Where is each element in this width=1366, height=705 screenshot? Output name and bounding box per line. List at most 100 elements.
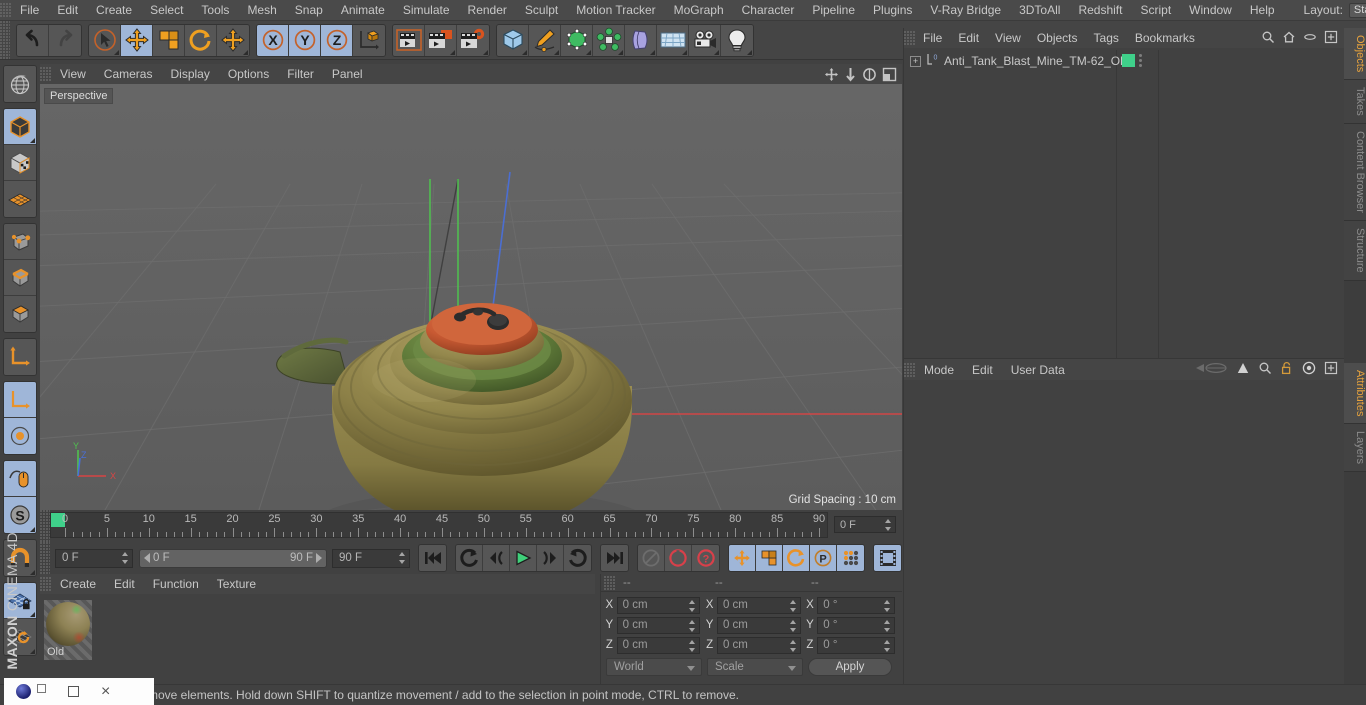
menu-snap[interactable]: Snap — [286, 0, 332, 21]
undo-button[interactable] — [17, 24, 49, 56]
subdivision-surface-button[interactable] — [561, 24, 593, 56]
viewport-menu-options[interactable]: Options — [219, 67, 278, 81]
redo-button[interactable] — [49, 24, 81, 56]
preview-end-field[interactable]: 90 F — [332, 548, 410, 568]
model-mode-icon[interactable] — [4, 109, 36, 145]
live-selection-button[interactable] — [89, 24, 121, 56]
camera-object-button[interactable] — [689, 24, 721, 56]
viewport-solo-icon[interactable] — [4, 418, 36, 454]
world-object-axis-button[interactable] — [353, 24, 385, 56]
points-mode-icon[interactable] — [4, 224, 36, 260]
menu-script[interactable]: Script — [1131, 0, 1180, 21]
mouse-tweak-icon[interactable] — [4, 461, 36, 497]
axis-y-button[interactable]: Y — [289, 24, 321, 56]
menu-tools[interactable]: Tools — [192, 0, 238, 21]
edges-mode-icon[interactable] — [4, 260, 36, 296]
preview-end-spinner[interactable] — [399, 551, 406, 564]
current-frame-spinner[interactable] — [885, 519, 892, 531]
new-layer-icon[interactable] — [1324, 30, 1338, 47]
tab-content-browser[interactable]: Content Browser — [1344, 124, 1366, 221]
menu-render[interactable]: Render — [459, 0, 516, 21]
object-menu-bookmarks[interactable]: Bookmarks — [1127, 31, 1203, 45]
render-view-button[interactable] — [393, 24, 425, 56]
step-forward-button[interactable] — [537, 545, 564, 571]
menu-help[interactable]: Help — [1241, 0, 1284, 21]
next-keyframe-button[interactable] — [564, 545, 591, 571]
object-menu-objects[interactable]: Objects — [1029, 31, 1086, 45]
tab-objects[interactable]: Objects — [1344, 28, 1366, 81]
viewport-menu-display[interactable]: Display — [161, 67, 218, 81]
search-icon[interactable] — [1258, 361, 1272, 378]
rotation-x-input[interactable]: 0 ° — [817, 596, 896, 614]
expand-toggle-icon[interactable]: + — [910, 55, 921, 67]
cube-primitive-button[interactable] — [497, 24, 529, 56]
preview-start-spinner[interactable] — [122, 551, 129, 564]
position-y-spinner[interactable] — [689, 619, 696, 632]
menu-motion-tracker[interactable]: Motion Tracker — [567, 0, 664, 21]
autokeying-button[interactable] — [665, 545, 692, 571]
apply-button[interactable]: Apply — [808, 658, 892, 676]
polygon-grid-icon[interactable] — [4, 181, 36, 217]
transport-gripper[interactable] — [40, 542, 50, 574]
scale-tool-button[interactable] — [153, 24, 185, 56]
position-x-spinner[interactable] — [689, 599, 696, 612]
light-object-button[interactable] — [721, 24, 753, 56]
coordinates-gripper[interactable] — [604, 575, 615, 590]
size-y-input[interactable]: 0 cm — [716, 616, 801, 634]
menubar-gripper[interactable] — [0, 3, 11, 17]
viewport-gripper[interactable] — [40, 67, 51, 81]
move-tool-button[interactable] — [121, 24, 153, 56]
menu-file[interactable]: File — [11, 0, 48, 21]
close-icon[interactable]: × — [101, 683, 110, 700]
size-x-spinner[interactable] — [789, 599, 797, 612]
menu-vray-bridge[interactable]: V-Ray Bridge — [921, 0, 1010, 21]
target-icon[interactable] — [1302, 361, 1316, 378]
rotation-x-spinner[interactable] — [884, 599, 891, 612]
material-gripper[interactable] — [40, 577, 51, 591]
material-item[interactable]: Old — [44, 600, 92, 660]
tab-structure[interactable]: Structure — [1344, 220, 1366, 281]
object-axis-icon[interactable] — [4, 339, 36, 375]
record-active-objects-button[interactable] — [638, 545, 665, 571]
object-tree-row[interactable]: + 0 Anti_Tank_Blast_Mine_TM-62_Old — [904, 52, 1344, 70]
range-right-arrow-icon[interactable] — [316, 553, 322, 563]
menu-pipeline[interactable]: Pipeline — [803, 0, 864, 21]
toolbar-gripper[interactable] — [0, 21, 10, 59]
menu-redshift[interactable]: Redshift — [1069, 0, 1131, 21]
menu-select[interactable]: Select — [141, 0, 192, 21]
position-y-input[interactable]: 0 cm — [616, 616, 701, 634]
keyframe-selection-button[interactable]: ? — [692, 545, 719, 571]
polygons-mode-icon[interactable] — [4, 296, 36, 332]
size-z-input[interactable]: 0 cm — [716, 636, 801, 654]
step-back-button[interactable] — [483, 545, 510, 571]
parametric-key-button[interactable]: P — [810, 545, 837, 571]
position-z-input[interactable]: 0 cm — [616, 636, 701, 654]
material-tag-icon[interactable] — [1122, 54, 1135, 67]
menu-mograph[interactable]: MoGraph — [665, 0, 733, 21]
unlock-icon[interactable] — [1280, 361, 1294, 378]
attribute-menu-edit[interactable]: Edit — [963, 363, 1002, 377]
coordinate-system-dropdown[interactable]: World — [606, 658, 702, 676]
menu-window[interactable]: Window — [1180, 0, 1241, 21]
rotation-z-input[interactable]: 0 ° — [817, 636, 896, 654]
menu-plugins[interactable]: Plugins — [864, 0, 921, 21]
timeline-ruler[interactable]: 0 5 10 15 20 25 30 35 40 45 50 55 60 65 70 75 80 85 90 — [50, 512, 828, 538]
material-menu-texture[interactable]: Texture — [208, 577, 265, 591]
object-menu-view[interactable]: View — [987, 31, 1029, 45]
viewport-menu-cameras[interactable]: Cameras — [95, 67, 162, 81]
new-panel-icon[interactable] — [1324, 361, 1338, 378]
attribute-gripper[interactable] — [904, 362, 915, 377]
spline-pen-button[interactable] — [529, 24, 561, 56]
render-settings-button[interactable] — [457, 24, 489, 56]
menu-animate[interactable]: Animate — [332, 0, 394, 21]
move-tool-alt-button[interactable] — [217, 24, 249, 56]
position-key-button[interactable] — [729, 545, 756, 571]
size-y-spinner[interactable] — [789, 619, 797, 632]
arrow-up-icon[interactable] — [1236, 361, 1250, 378]
size-mode-dropdown[interactable]: Scale — [707, 658, 803, 676]
enable-axis-icon[interactable] — [4, 382, 36, 418]
viewport-layout-icon[interactable] — [882, 67, 897, 82]
timeline-gripper[interactable] — [40, 510, 50, 542]
axis-x-button[interactable]: X — [257, 24, 289, 56]
object-menu-edit[interactable]: Edit — [950, 31, 987, 45]
